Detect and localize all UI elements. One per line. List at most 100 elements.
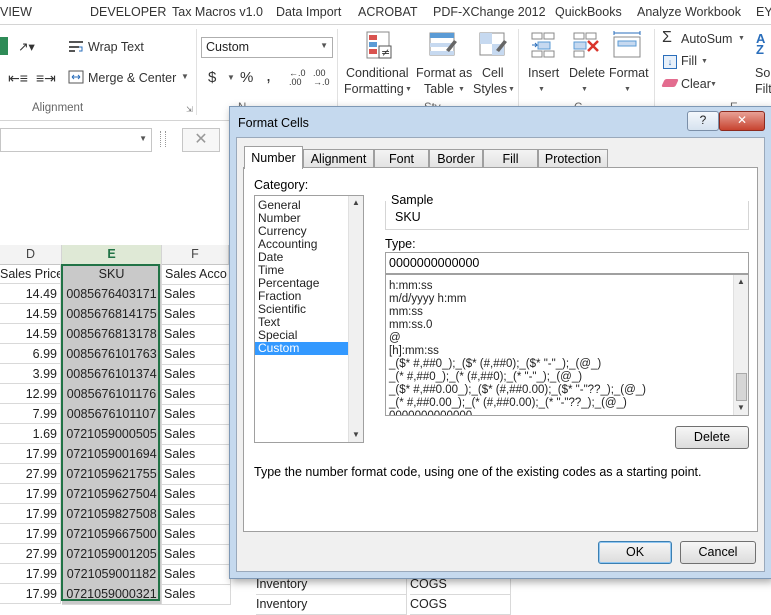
sort-filter-label-1[interactable]: Sor	[755, 66, 771, 80]
table-cell[interactable]: 0721059667500	[62, 524, 162, 545]
table-cell[interactable]: 0085676101176	[62, 384, 162, 405]
table-cell[interactable]: 0721059000321	[62, 584, 162, 605]
column-header-e[interactable]: E	[62, 245, 162, 266]
comma-button[interactable]: ,	[266, 65, 271, 86]
format-as-table-label-2[interactable]: Table	[424, 82, 454, 96]
alignment-launcher-icon[interactable]: ⇲	[186, 105, 193, 114]
currency-dropdown-icon[interactable]: ▼	[227, 73, 235, 82]
table-cell[interactable]: COGS	[410, 594, 511, 615]
tab-alignment[interactable]: Alignment	[303, 149, 374, 168]
table-cell[interactable]: Inventory	[256, 594, 407, 615]
sort-filter-icon[interactable]: AZ	[756, 32, 765, 56]
table-cell[interactable]: Sales	[162, 524, 231, 545]
tab-number[interactable]: Number	[244, 146, 303, 169]
chevron-down-icon[interactable]: ▼	[320, 41, 328, 50]
delete-cells-icon[interactable]	[572, 31, 602, 59]
autosum-button[interactable]: AutoSum	[681, 32, 732, 46]
chevron-down-icon[interactable]: ▼	[458, 86, 465, 93]
table-cell[interactable]: 17.99	[0, 444, 61, 464]
table-cell[interactable]: 17.99	[0, 524, 61, 544]
format-as-table-icon[interactable]	[428, 30, 458, 60]
name-box[interactable]: ▼	[0, 128, 152, 152]
scroll-up-icon[interactable]: ▲	[734, 275, 748, 289]
table-cell[interactable]: 17.99	[0, 584, 61, 604]
table-cell[interactable]: Sales	[162, 344, 231, 365]
table-cell[interactable]: 0721059001694	[62, 444, 162, 465]
table-cell[interactable]: Sales	[162, 444, 231, 465]
tab-quickbooks[interactable]: QuickBooks	[555, 5, 622, 19]
format-code-item[interactable]: _(* #,##0_);_(* (#,##0);_(* "-"_);_(@_)	[386, 371, 748, 384]
format-code-item[interactable]: _($* #,##0.00_);_($* (#,##0.00);_($* "-"…	[386, 384, 748, 397]
tab-fill[interactable]: Fill	[483, 149, 538, 168]
table-cell[interactable]: Sales	[162, 544, 231, 565]
format-code-item[interactable]: 0000000000000	[386, 410, 748, 415]
tab-acrobat[interactable]: ACROBAT	[358, 5, 418, 19]
tab-pdf-xchange[interactable]: PDF-XChange 2012	[433, 5, 546, 19]
scroll-down-icon[interactable]: ▼	[734, 401, 748, 415]
header-cell[interactable]: Sales Price	[0, 264, 61, 284]
table-cell[interactable]: 0085676101763	[62, 344, 162, 365]
table-cell[interactable]: Sales	[162, 424, 231, 445]
fill-button[interactable]: Fill	[681, 54, 697, 68]
table-cell[interactable]: 17.99	[0, 564, 61, 584]
chevron-down-icon[interactable]: ▼	[581, 86, 588, 93]
header-cell[interactable]: SKU	[62, 264, 162, 285]
table-cell[interactable]: Sales	[162, 304, 231, 325]
cancel-button[interactable]: Cancel	[680, 541, 756, 564]
cell-styles-label-1[interactable]: Cell	[482, 66, 504, 80]
category-list[interactable]: General Number Currency Accounting Date Time P…	[254, 195, 364, 443]
chevron-down-icon[interactable]: ▼	[710, 81, 717, 88]
chevron-down-icon[interactable]: ▼	[624, 86, 631, 93]
table-cell[interactable]: 0721059627504	[62, 484, 162, 505]
merge-center-button[interactable]: Merge & Center	[88, 71, 176, 85]
table-cell[interactable]: Sales	[162, 484, 231, 505]
type-input[interactable]: 0000000000000	[385, 252, 749, 274]
percent-button[interactable]: %	[240, 69, 253, 86]
table-cell[interactable]: 0721059827508	[62, 504, 162, 525]
table-cell[interactable]: 17.99	[0, 484, 61, 504]
format-cells-icon[interactable]	[612, 31, 642, 59]
chevron-down-icon[interactable]: ▼	[538, 86, 545, 93]
table-cell[interactable]: 0085676101374	[62, 364, 162, 385]
table-cell[interactable]: Sales	[162, 564, 231, 585]
table-cell[interactable]: 27.99	[0, 544, 61, 564]
cell-styles-label-2[interactable]: Styles	[473, 82, 507, 96]
conditional-formatting-label-1[interactable]: Conditional	[346, 66, 409, 80]
table-cell[interactable]: 0721059001182	[62, 564, 162, 585]
category-scrollbar[interactable]: ▲ ▼	[348, 196, 363, 442]
table-cell[interactable]: 3.99	[0, 364, 61, 384]
format-code-item[interactable]: _(* #,##0.00_);_(* (#,##0.00);_(* "-"??_…	[386, 397, 748, 410]
scroll-up-icon[interactable]: ▲	[349, 196, 363, 210]
table-cell[interactable]: Sales	[162, 404, 231, 425]
help-button[interactable]: ?	[687, 111, 719, 131]
delete-button[interactable]: Delete	[569, 66, 605, 80]
column-header-f[interactable]: F	[162, 245, 229, 265]
table-cell[interactable]: 7.99	[0, 404, 61, 424]
tab-analyze-workbook[interactable]: Analyze Workbook	[637, 5, 741, 19]
decrease-decimal-button[interactable]: .00 →.0	[313, 69, 333, 87]
tab-tax-macros[interactable]: Tax Macros v1.0	[172, 5, 263, 19]
table-cell[interactable]: Sales	[162, 464, 231, 485]
table-cell[interactable]: Sales	[162, 504, 231, 525]
merge-dropdown-icon[interactable]: ▼	[181, 72, 189, 81]
increase-indent-icon[interactable]: ≡⇥	[36, 70, 56, 87]
format-code-item[interactable]: mm:ss	[386, 306, 748, 319]
table-cell[interactable]: Sales	[162, 324, 231, 345]
header-cell[interactable]: Sales Acco	[162, 264, 232, 285]
table-cell[interactable]: Sales	[162, 584, 231, 605]
table-cell[interactable]: 0085676101107	[62, 404, 162, 425]
table-cell[interactable]: 27.99	[0, 464, 61, 484]
insert-cells-icon[interactable]	[530, 31, 558, 59]
format-button[interactable]: Format	[609, 66, 649, 80]
format-code-item[interactable]: [h]:mm:ss	[386, 345, 748, 358]
format-code-item[interactable]: @	[386, 332, 748, 345]
conditional-formatting-label-2[interactable]: Formatting	[344, 82, 404, 96]
format-as-table-label-1[interactable]: Format as	[416, 66, 472, 80]
chevron-down-icon[interactable]: ▼	[701, 58, 708, 65]
table-cell[interactable]: 0721059000505	[62, 424, 162, 445]
table-cell[interactable]: Sales	[162, 284, 231, 305]
wrap-text-button[interactable]: Wrap Text	[88, 40, 144, 54]
table-cell[interactable]: 0085676813178	[62, 324, 162, 345]
ok-button[interactable]: OK	[598, 541, 672, 564]
table-cell[interactable]: 14.49	[0, 284, 61, 304]
